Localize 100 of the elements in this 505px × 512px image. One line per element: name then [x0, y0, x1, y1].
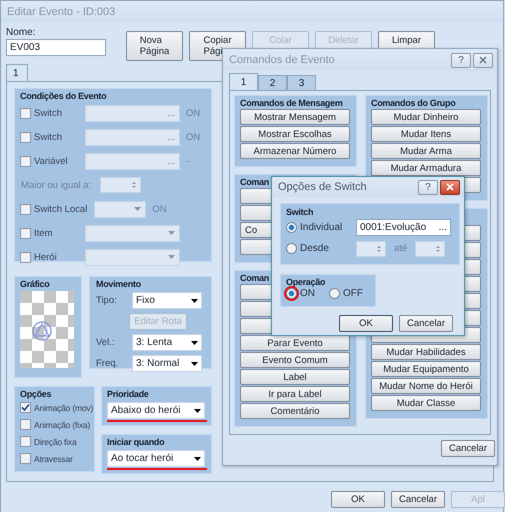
spin-field[interactable] — [100, 177, 141, 193]
condition-suffix: - — [186, 156, 190, 166]
checkbox[interactable] — [20, 453, 31, 464]
group-title: Coman — [240, 273, 270, 283]
help-button[interactable]: ? — [451, 52, 471, 68]
help-button[interactable]: ? — [418, 180, 438, 194]
condition-label: Switch Local — [34, 204, 88, 214]
field-label: Vel.: — [96, 337, 116, 348]
option-label: Atravessar — [34, 454, 73, 464]
group-title: Movimento — [96, 279, 141, 289]
dropdown[interactable]: Abaixo do herói — [107, 402, 205, 419]
page-tab[interactable]: 1 — [6, 64, 28, 81]
checkbox[interactable] — [20, 252, 31, 262]
cancel-button[interactable]: Cancelar — [441, 440, 495, 457]
command-button[interactable]: Mudar Habilidades — [371, 344, 481, 360]
close-icon — [446, 183, 454, 191]
spin-field[interactable] — [356, 240, 386, 256]
command-button[interactable]: Mudar Itens — [371, 126, 481, 142]
page-button[interactable]: Nova Página — [126, 31, 183, 61]
field-label: Freq. — [96, 358, 120, 369]
command-button[interactable]: Mudar Arma — [371, 143, 481, 159]
group-title: Condições do Evento — [20, 91, 106, 101]
option-label: Animação (fixa) — [34, 420, 90, 430]
radio-button[interactable] — [286, 222, 297, 233]
command-button[interactable]: Mudar Dinheiro — [371, 109, 481, 125]
switch-field[interactable]: ... — [85, 152, 180, 170]
dialog-button[interactable]: OK — [339, 315, 393, 332]
group-title: Switch — [286, 207, 314, 217]
condition-suffix: ON — [186, 108, 200, 118]
dropdown[interactable]: 3: Lenta — [132, 334, 202, 351]
group-title: Comandos do Grupo — [371, 98, 456, 108]
command-tab[interactable]: 2 — [258, 75, 287, 90]
group-title: Comandos de Mensagem — [240, 98, 343, 108]
command-button[interactable]: Comentário — [240, 403, 350, 419]
command-button[interactable]: Mudar Nome do Herói — [371, 378, 481, 394]
command-button[interactable]: Mudar Armadura — [371, 160, 481, 176]
dialog-button[interactable]: Cancelar — [391, 491, 445, 508]
condition-suffix: ON — [152, 204, 167, 214]
spin-arrows-icon — [131, 180, 137, 190]
dropdown[interactable] — [85, 224, 180, 242]
dropdown-arrow-icon — [134, 207, 142, 211]
window-title: Opções de Switch — [278, 181, 367, 193]
dropdown-arrow-icon — [191, 362, 198, 366]
dropdown[interactable] — [94, 200, 146, 218]
group-title: Coman — [240, 177, 270, 187]
field-label: Tipo: — [96, 295, 118, 306]
command-button[interactable]: Parar Evento — [240, 335, 350, 351]
group-title: Opções — [20, 389, 52, 399]
command-button[interactable]: Evento Comum — [240, 352, 350, 368]
condition-label: Maior ou igual a: — [21, 180, 92, 190]
command-button[interactable]: Ir para Label — [240, 386, 350, 402]
dropdown[interactable]: Ao tocar herói — [107, 450, 205, 467]
switch-field[interactable]: 0001:Evolução ... — [356, 219, 451, 236]
radio-button[interactable] — [286, 243, 297, 254]
option-label: Animação (mov) — [34, 402, 94, 412]
close-button[interactable] — [473, 52, 493, 68]
dropdown-arrow-icon — [191, 340, 198, 344]
condition-label: Switch — [34, 108, 63, 118]
group-title: Operação — [286, 277, 326, 287]
command-button[interactable]: Mostrar Mensagem — [240, 109, 350, 125]
condition-suffix: ON — [186, 132, 200, 142]
checkbox[interactable] — [20, 402, 31, 413]
radio-label: Individual — [300, 222, 344, 233]
command-tab[interactable]: 3 — [287, 75, 316, 90]
radio-button[interactable] — [329, 288, 340, 299]
name-field[interactable]: EV003 — [6, 39, 106, 56]
command-tab[interactable]: 1 — [229, 73, 258, 90]
dialog-button[interactable]: Cancelar — [399, 315, 453, 332]
checkbox[interactable] — [20, 419, 31, 430]
name-label: Nome: — [6, 27, 36, 38]
condition-label: Variável — [34, 156, 69, 166]
condition-label: Herói — [34, 252, 58, 262]
dropdown-arrow-icon — [168, 255, 175, 259]
command-button[interactable]: Mudar Classe — [371, 395, 481, 411]
checkbox[interactable] — [20, 156, 31, 166]
dropdown[interactable] — [85, 248, 180, 266]
dropdown[interactable]: Fixo — [132, 292, 202, 309]
switch-field[interactable]: ... — [85, 104, 180, 122]
command-button[interactable]: Mostrar Escolhas — [240, 126, 350, 142]
checkbox[interactable] — [20, 228, 31, 238]
spin-field[interactable] — [415, 240, 446, 256]
dropdown-arrow-icon — [191, 298, 198, 302]
dropdown-arrow-icon — [194, 456, 201, 460]
radio-button[interactable] — [286, 288, 297, 299]
window-title: Editar Evento - ID:003 — [7, 6, 116, 18]
spin-arrows-icon — [376, 244, 382, 254]
switch-field[interactable]: ... — [85, 128, 180, 146]
checkbox[interactable] — [20, 108, 31, 118]
command-button[interactable]: Label — [240, 369, 350, 385]
command-button[interactable]: Mudar Equipamento — [371, 361, 481, 377]
dropdown[interactable]: 3: Normal — [132, 355, 202, 372]
checkbox[interactable] — [20, 132, 31, 142]
checkbox[interactable] — [20, 436, 31, 447]
radio-label: ON — [300, 288, 315, 299]
checkbox[interactable] — [20, 204, 31, 214]
radio-label: OFF — [343, 288, 363, 299]
radio-label: Desde — [300, 243, 330, 254]
command-button[interactable]: Armazenar Número — [240, 143, 350, 159]
dialog-button[interactable]: OK — [331, 491, 385, 508]
close-button[interactable] — [440, 180, 460, 194]
